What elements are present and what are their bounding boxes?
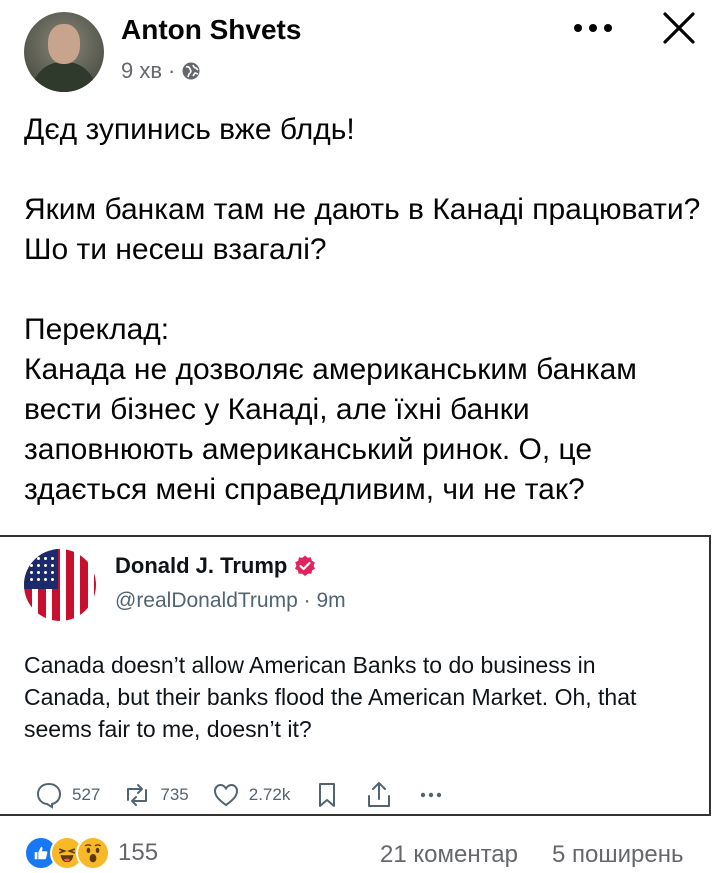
globe-icon [182, 62, 200, 80]
wow-reaction-icon [76, 836, 110, 870]
tweet-actions: 527 735 2.72k [34, 780, 468, 810]
like-icon [213, 783, 238, 807]
verified-icon [295, 555, 316, 576]
tweet-more-button[interactable] [416, 780, 446, 810]
tweet-avatar[interactable] [24, 549, 96, 621]
retweet-count: 735 [160, 785, 189, 804]
post-header: Anton Shvets 9 хв · [0, 0, 719, 100]
more-horizontal-icon [421, 792, 442, 798]
tweet-author-name: Donald J. Trump [115, 553, 288, 578]
tweet-author[interactable]: Donald J. Trump [115, 553, 317, 579]
reply-count: 527 [72, 785, 101, 804]
reply-icon [36, 782, 62, 809]
tweet-text: Canada doesn’t allow American Banks to d… [24, 652, 637, 742]
like-count: 2.72k [248, 785, 291, 804]
more-icon[interactable] [572, 20, 614, 36]
avatar-shirt [32, 62, 96, 92]
post-time[interactable]: 9 хв [121, 58, 162, 84]
reply-button[interactable]: 527 [34, 780, 100, 810]
like-button[interactable]: 2.72k [211, 780, 291, 810]
retweet-button[interactable]: 735 [122, 780, 189, 810]
tweet-handle[interactable]: @realDonaldTrump · 9m [115, 589, 346, 613]
flag-stars [28, 555, 54, 583]
close-icon[interactable] [661, 10, 697, 46]
avatar-face [48, 24, 80, 64]
reactions-count: 155 [118, 839, 159, 866]
share-button[interactable] [364, 780, 394, 810]
post-footer: 155 21 коментар 5 поширень [0, 833, 719, 873]
bookmark-button[interactable] [312, 780, 342, 810]
shares-link[interactable]: 5 поширень [552, 841, 683, 869]
post-meta: 9 хв · [121, 58, 201, 84]
bookmark-icon [319, 783, 336, 807]
avatar[interactable] [24, 12, 104, 92]
share-icon [368, 782, 391, 807]
meta-separator: · [168, 58, 176, 83]
comments-link[interactable]: 21 коментар [380, 841, 518, 869]
post-text: Дєд зупинись вже блдь! Яким банкам там н… [24, 113, 701, 506]
retweet-icon [127, 784, 148, 806]
author-name[interactable]: Anton Shvets [121, 14, 301, 46]
embedded-tweet[interactable]: Donald J. Trump @realDonaldTrump · 9m Ca… [0, 535, 711, 816]
reactions-summary[interactable]: 155 [24, 836, 158, 870]
